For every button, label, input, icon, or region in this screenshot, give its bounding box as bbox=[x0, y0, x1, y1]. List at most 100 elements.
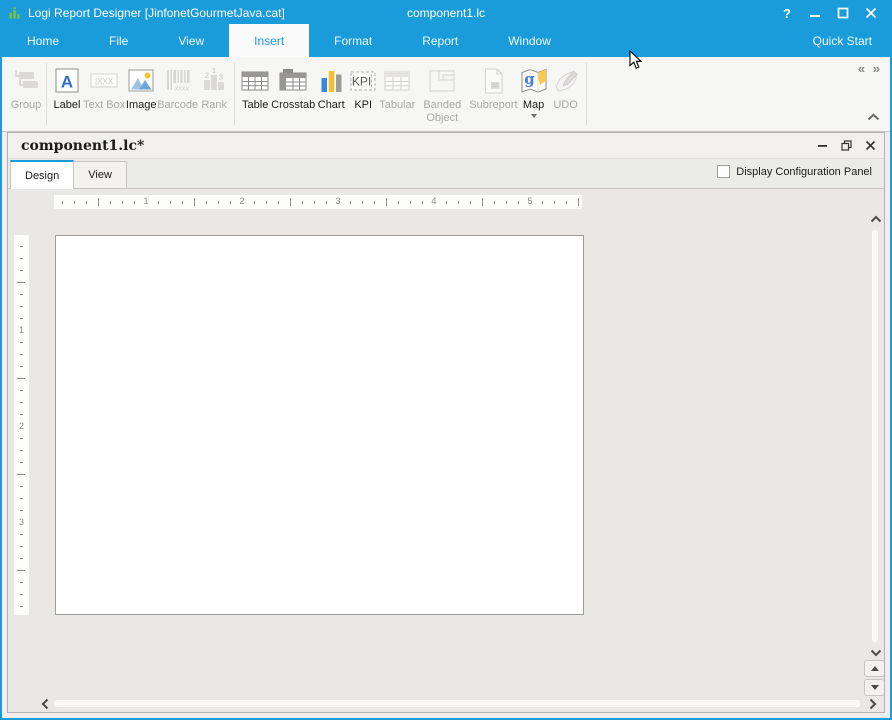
ruler-tick bbox=[578, 198, 579, 206]
ruler-tick bbox=[17, 570, 25, 571]
menu-file[interactable]: File bbox=[84, 24, 153, 57]
document-close-button[interactable] bbox=[865, 140, 876, 151]
ruler-tick bbox=[20, 534, 23, 535]
minimize-button[interactable] bbox=[806, 5, 824, 21]
label-button[interactable]: ALabel bbox=[51, 61, 83, 112]
chevron-left-icon bbox=[41, 698, 49, 710]
image-button[interactable]: Image bbox=[125, 61, 157, 112]
minimize-icon bbox=[817, 140, 828, 151]
rank-icon: 213 bbox=[198, 63, 230, 99]
ribbon-overflow-button[interactable]: « » bbox=[858, 61, 882, 76]
ruler-tick bbox=[182, 201, 183, 204]
ruler-tick bbox=[122, 201, 123, 204]
crosstab-button[interactable]: Crosstab bbox=[271, 61, 315, 112]
kpi-icon: KPI bbox=[347, 63, 379, 99]
scroll-right-button[interactable] bbox=[866, 698, 880, 710]
document-restore-button[interactable] bbox=[841, 140, 852, 151]
ribbon-group-separator bbox=[586, 63, 587, 125]
page-down-button[interactable] bbox=[864, 679, 884, 696]
document-tab-row: DesignView Display Configuration Panel bbox=[8, 159, 884, 189]
ruler-tick bbox=[218, 201, 219, 204]
document-header: component1.lc* bbox=[8, 133, 884, 159]
ribbon-button-label: Chart bbox=[318, 99, 345, 112]
ribbon-button-label: Crosstab bbox=[271, 99, 315, 112]
ruler-tick bbox=[302, 201, 303, 204]
page-up-button[interactable] bbox=[864, 660, 884, 677]
ruler-tick bbox=[17, 378, 25, 379]
menu-insert[interactable]: Insert bbox=[229, 24, 309, 57]
tab-view[interactable]: View bbox=[73, 161, 127, 188]
ruler-tick bbox=[458, 201, 459, 204]
ruler-tick bbox=[506, 201, 507, 204]
udo-button: UDO bbox=[550, 61, 582, 112]
horizontal-scrollbar-track[interactable] bbox=[54, 700, 860, 707]
dropdown-arrow-icon[interactable] bbox=[531, 114, 537, 118]
svg-text:2: 2 bbox=[205, 73, 209, 80]
ruler-tick bbox=[86, 201, 87, 204]
window-controls: ? bbox=[778, 5, 890, 21]
ribbon-button-label: Group bbox=[11, 99, 42, 112]
vertical-scrollbar-track[interactable] bbox=[872, 230, 878, 642]
menu-report[interactable]: Report bbox=[397, 24, 483, 57]
ruler-tick bbox=[278, 201, 279, 204]
ribbon-button-label: Image bbox=[126, 99, 157, 112]
map-icon: g bbox=[518, 63, 550, 99]
svg-text:3: 3 bbox=[219, 75, 223, 82]
menu-format[interactable]: Format bbox=[309, 24, 397, 57]
maximize-button[interactable] bbox=[834, 5, 852, 21]
ribbon-button-label: Banded Object bbox=[415, 99, 469, 124]
svg-text:1: 1 bbox=[212, 68, 216, 75]
svg-text:|XXX: |XXX bbox=[95, 77, 114, 86]
ribbon-button-label: Rank bbox=[201, 99, 227, 112]
scroll-down-button[interactable] bbox=[868, 648, 884, 658]
map-button[interactable]: gMap bbox=[518, 61, 550, 118]
scroll-up-button[interactable] bbox=[868, 214, 884, 224]
tab-design[interactable]: Design bbox=[10, 160, 74, 189]
ribbon-group-separator bbox=[46, 63, 47, 125]
scroll-left-button[interactable] bbox=[38, 698, 52, 710]
svg-text:KPI: KPI bbox=[352, 75, 371, 89]
ruler-tick bbox=[194, 198, 195, 206]
display-config-label: Display Configuration Panel bbox=[736, 166, 872, 178]
menu-window[interactable]: Window bbox=[483, 24, 576, 57]
ribbon-collapse-button[interactable] bbox=[867, 108, 880, 126]
menu-view[interactable]: View bbox=[153, 24, 229, 57]
report-canvas[interactable] bbox=[55, 235, 584, 615]
chevron-right-icon bbox=[869, 698, 877, 710]
table-button[interactable]: Table bbox=[239, 61, 271, 112]
ruler-tick bbox=[20, 594, 23, 595]
help-button[interactable]: ? bbox=[778, 5, 796, 21]
display-config-checkbox[interactable] bbox=[717, 165, 730, 178]
ribbon-button-label: Barcode bbox=[157, 99, 198, 112]
ruler-tick bbox=[20, 462, 23, 463]
label-icon: A bbox=[51, 63, 83, 99]
app-title: Logi Report Designer [JinfonetGourmetJav… bbox=[28, 6, 285, 20]
ruler-tick bbox=[494, 201, 495, 204]
menu-quick-start[interactable]: Quick Start bbox=[795, 24, 890, 57]
document-minimize-button[interactable] bbox=[817, 140, 828, 151]
subreport-icon bbox=[477, 63, 509, 99]
ruler-tick bbox=[20, 318, 23, 319]
text-box-button: |XXX Text Box bbox=[83, 61, 125, 112]
ribbon-button-label: Text Box bbox=[83, 99, 125, 112]
kpi-button[interactable]: KPIKPI bbox=[347, 61, 379, 112]
crosstab-icon bbox=[277, 63, 309, 99]
ruler-tick bbox=[266, 201, 267, 204]
restore-icon bbox=[841, 140, 852, 151]
close-button[interactable] bbox=[862, 5, 880, 21]
menu-home[interactable]: Home bbox=[2, 24, 84, 57]
ruler-tick bbox=[98, 198, 99, 206]
chart-button[interactable]: Chart bbox=[315, 61, 347, 112]
barcode-button: xxxxBarcode bbox=[157, 61, 198, 112]
ruler-tick bbox=[20, 402, 23, 403]
table-icon bbox=[239, 63, 271, 99]
document-window: component1.lc* DesignView bbox=[7, 132, 885, 713]
ribbon-button-label: Tabular bbox=[379, 99, 415, 112]
ribbon-button-label: Table bbox=[242, 99, 268, 112]
ruler-tick bbox=[62, 201, 63, 204]
group-button: Group bbox=[10, 61, 42, 112]
ruler-tick bbox=[230, 201, 231, 204]
svg-text:g: g bbox=[524, 70, 535, 88]
barcode-icon: xxxx bbox=[162, 63, 194, 99]
ruler-tick bbox=[350, 201, 351, 204]
